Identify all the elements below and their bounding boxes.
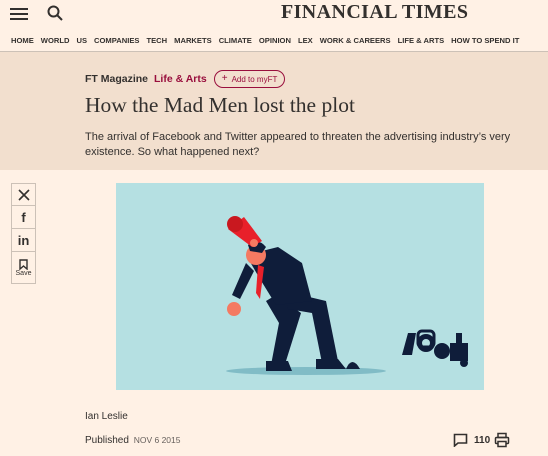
nav-item-opinion[interactable]: OPINION — [259, 36, 291, 45]
nav-item-us[interactable]: US — [76, 36, 87, 45]
ft-logo[interactable]: FINANCIAL TIMES — [281, 1, 468, 24]
nav-item-companies[interactable]: COMPANIES — [94, 36, 139, 45]
main-nav: HOME WORLD US COMPANIES TECH MARKETS CLI… — [11, 36, 519, 45]
save-label: Save — [15, 269, 32, 277]
share-x-button[interactable] — [11, 183, 36, 206]
linkedin-icon: in — [17, 232, 30, 248]
published-info: Published NOV 6 2015 — [85, 435, 180, 446]
nav-item-work-careers[interactable]: WORK & CAREERS — [320, 36, 391, 45]
comments-button[interactable]: 110 — [453, 433, 490, 447]
article-headline: How the Mad Men lost the plot — [85, 93, 355, 117]
published-date: NOV 6 2015 — [133, 435, 181, 445]
kicker-section[interactable]: Life & Arts — [154, 73, 207, 85]
comment-count: 110 — [474, 434, 491, 446]
nav-item-life-arts[interactable]: LIFE & ARTS — [398, 36, 445, 45]
nav-item-home[interactable]: HOME — [11, 36, 34, 45]
save-button[interactable]: Save — [11, 252, 36, 284]
plus-icon: + — [221, 73, 228, 84]
nav-item-markets[interactable]: MARKETS — [174, 36, 212, 45]
search-icon[interactable] — [46, 4, 64, 22]
facebook-icon: f — [21, 209, 26, 225]
x-icon — [17, 188, 30, 201]
top-bar: FINANCIAL TIMES — [0, 0, 548, 30]
add-to-myft-label: Add to myFT — [231, 74, 278, 84]
nav-item-how-to-spend-it[interactable]: HOW TO SPEND IT — [451, 36, 519, 45]
author-link[interactable]: Ian Leslie — [85, 411, 128, 422]
man-with-megaphone-illustration — [116, 183, 484, 390]
share-facebook-button[interactable]: f — [11, 206, 36, 229]
article-standfirst: The arrival of Facebook and Twitter appe… — [85, 131, 511, 158]
menu-icon[interactable] — [10, 5, 28, 23]
nav-item-tech[interactable]: TECH — [146, 36, 167, 45]
print-icon[interactable] — [494, 432, 510, 448]
bookmark-icon — [19, 258, 28, 270]
share-toolbar: f in Save — [11, 183, 36, 284]
article-header: FT Magazine Life & Arts + Add to myFT Ho… — [0, 52, 548, 170]
nav-item-lex[interactable]: LEX — [298, 36, 313, 45]
kicker-ft-magazine[interactable]: FT Magazine — [85, 73, 148, 85]
comment-icon — [453, 433, 468, 447]
share-linkedin-button[interactable]: in — [11, 229, 36, 252]
nav-item-climate[interactable]: CLIMATE — [219, 36, 252, 45]
article-kicker: FT Magazine Life & Arts + Add to myFT — [85, 70, 286, 88]
nav-item-world[interactable]: WORLD — [41, 36, 70, 45]
published-label: Published — [85, 435, 129, 446]
add-to-myft-button[interactable]: + Add to myFT — [213, 70, 286, 88]
